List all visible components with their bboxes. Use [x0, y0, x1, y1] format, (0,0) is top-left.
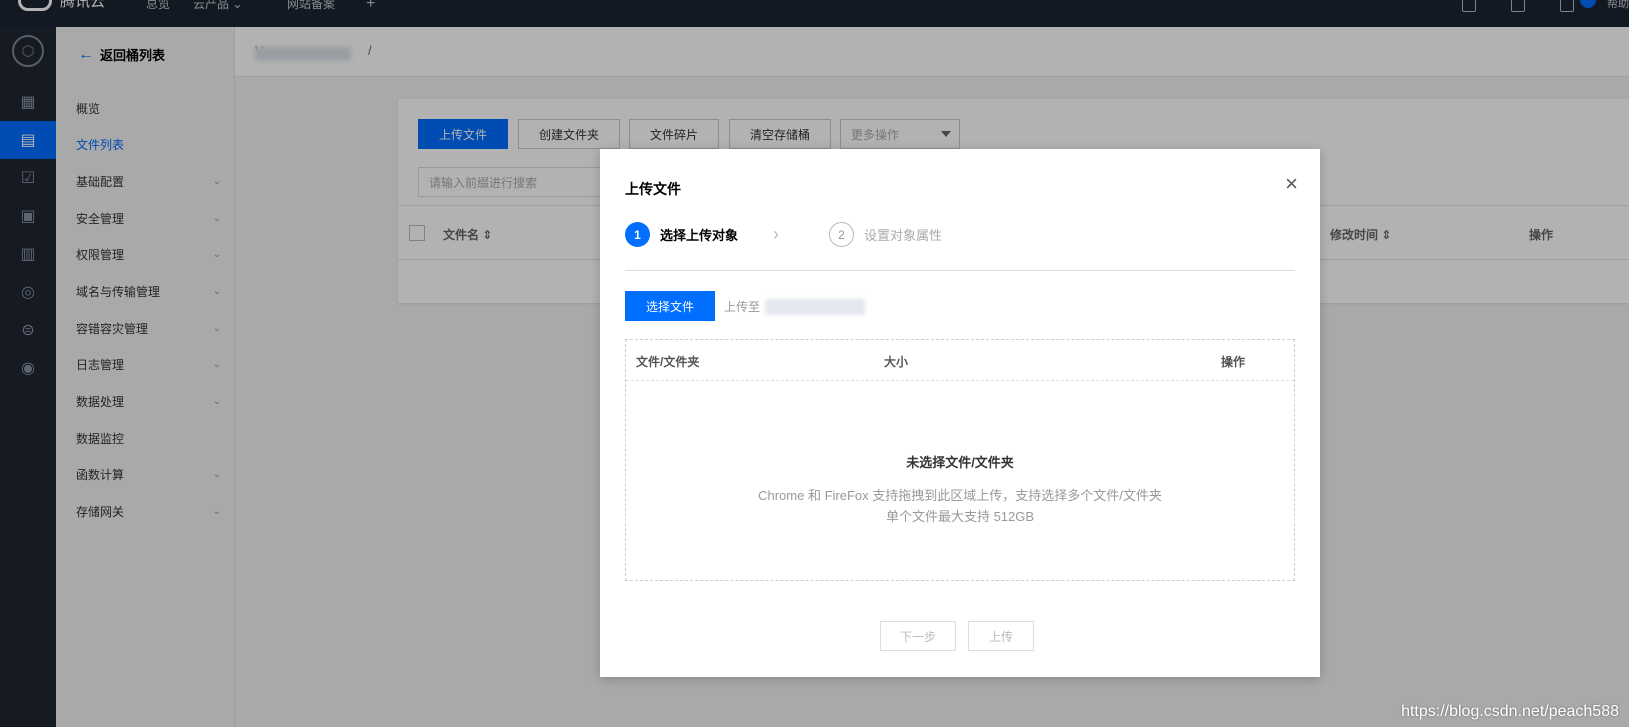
upload-path-redacted: [765, 299, 865, 315]
close-icon[interactable]: ×: [1285, 173, 1298, 195]
column-actions: 操作: [1221, 355, 1246, 369]
next-step-button[interactable]: 下一步: [880, 621, 956, 651]
upload-to-label: 上传至: [724, 300, 761, 314]
column-file-folder: 文件/文件夹: [636, 355, 700, 369]
empty-state-hint: Chrome 和 FireFox 支持拖拽到此区域上传，支持选择多个文件/文件夹: [758, 488, 1162, 503]
watermark: https://blog.csdn.net/peach588: [1401, 703, 1619, 720]
choose-file-button[interactable]: 选择文件: [625, 291, 715, 321]
empty-state-limit: 单个文件最大支持 512GB: [885, 509, 1035, 524]
step-set-properties: 2 设置对象属性: [829, 222, 942, 247]
step-number: 2: [829, 222, 854, 247]
step-label: 设置对象属性: [864, 228, 943, 243]
step-number: 1: [625, 222, 650, 247]
file-drop-zone[interactable]: 文件/文件夹 大小 操作 未选择文件/文件夹 Chrome 和 FireFox …: [625, 339, 1295, 581]
empty-state-title: 未选择文件/文件夹: [906, 455, 1014, 470]
column-size: 大小: [884, 355, 909, 369]
step-label: 选择上传对象: [660, 228, 739, 243]
file-table-header: 文件/文件夹 大小 操作: [626, 340, 1294, 381]
upload-dialog: 上传文件 × 1 选择上传对象 › 2 设置对象属性 选择文件 上传至 文件/文…: [600, 149, 1320, 677]
upload-button[interactable]: 上传: [968, 621, 1034, 651]
dialog-divider: [625, 270, 1295, 271]
step-select-objects: 1 选择上传对象: [625, 222, 738, 247]
chevron-right-icon: ›: [773, 224, 779, 244]
dialog-title: 上传文件: [625, 181, 681, 197]
